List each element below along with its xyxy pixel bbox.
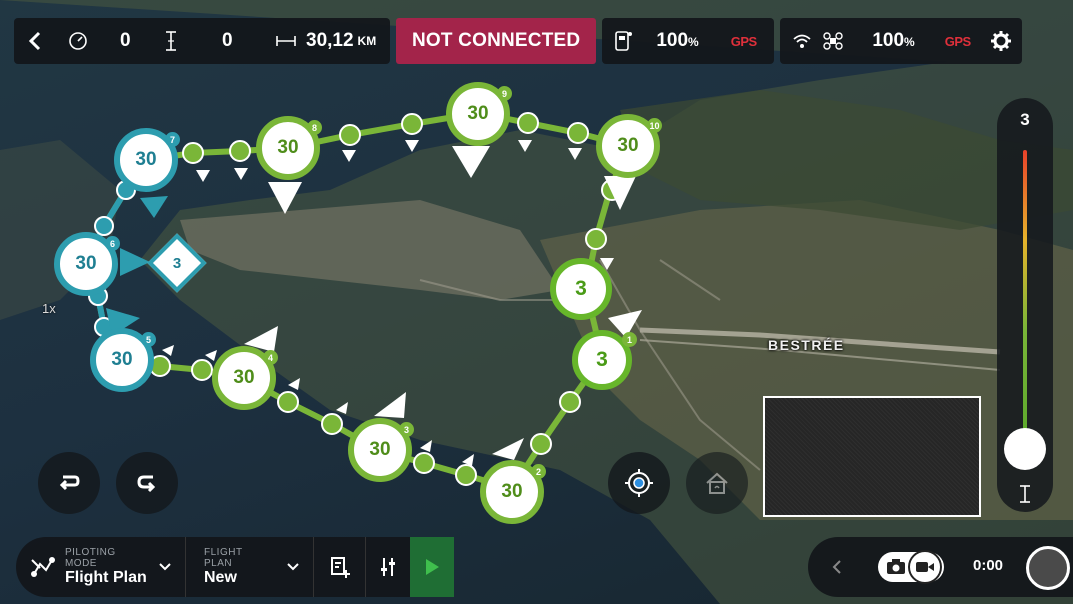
edit-plan-icon <box>330 557 350 578</box>
video-mode-knob <box>908 550 942 584</box>
altitude-slider-handle[interactable] <box>1004 428 1046 470</box>
telemetry-segment: 0 0 30,12 KM <box>14 18 390 64</box>
redo-icon <box>137 475 156 493</box>
controller-gps-status: GPS <box>730 33 757 49</box>
sliders-icon <box>381 558 395 576</box>
waypoint-index: 1 <box>622 332 637 347</box>
back-button[interactable] <box>14 18 56 64</box>
play-button[interactable] <box>410 537 454 597</box>
piloting-mode-selector[interactable]: PILOTING MODE Flight Plan <box>16 537 186 597</box>
waypoint-index: 2 <box>531 464 546 479</box>
place-label: BESTRÉE <box>768 337 845 353</box>
undo-icon <box>59 475 80 491</box>
altitude-icon <box>166 31 176 51</box>
video-icon <box>916 562 934 572</box>
waypoint-marker[interactable]: 30 4 <box>212 346 278 410</box>
locate-button[interactable] <box>608 452 670 514</box>
waypoint-marker[interactable]: 30 2 <box>480 460 546 524</box>
drone-battery: 100% GPS <box>780 18 990 64</box>
connection-status-badge: NOT CONNECTED <box>396 18 597 64</box>
photo-video-toggle[interactable] <box>878 550 944 584</box>
controller-battery-icon <box>615 31 633 51</box>
waypoint-marker[interactable]: 3 <box>550 258 612 320</box>
top-status-bar: 0 0 30,12 KM NOT CONNECTED 100% GPS 100%… <box>14 18 1023 64</box>
chevron-left-icon <box>28 31 41 51</box>
waypoint-marker[interactable]: 30 9 <box>446 82 512 146</box>
controller-battery: 100% GPS <box>602 18 774 64</box>
altitude-icon <box>997 484 1053 509</box>
home-icon <box>706 472 728 494</box>
altitude-value: 3 <box>1020 110 1030 129</box>
waypoint-index: 8 <box>307 120 322 135</box>
recording-bar: 0:00 <box>808 537 1073 597</box>
distance-icon <box>276 36 296 46</box>
drone-battery-icon <box>823 32 844 50</box>
settings-button[interactable] <box>990 18 1022 64</box>
chevron-down-icon <box>287 563 299 571</box>
camera-preview[interactable] <box>763 396 981 517</box>
waypoint-marker[interactable]: 30 7 <box>114 128 180 192</box>
waypoint-marker[interactable]: 30 5 <box>90 328 156 392</box>
altitude-indicator: 0 <box>152 18 264 64</box>
waypoint-marker[interactable]: 30 10 <box>596 114 662 178</box>
waypoint-index: 4 <box>263 350 278 365</box>
plan-settings-button[interactable] <box>366 537 410 597</box>
waypoint-index: 5 <box>141 332 156 347</box>
chevron-down-icon <box>159 563 171 571</box>
waypoint-marker[interactable]: 30 6 <box>54 232 120 296</box>
drone-gps-status: GPS <box>944 33 971 49</box>
altitude-track <box>1023 150 1027 450</box>
waypoint-index: 7 <box>165 132 180 147</box>
bottom-toolbar: PILOTING MODE Flight Plan FLIGHT PLAN Ne… <box>16 537 454 597</box>
waypoint-index: 3 <box>399 422 414 437</box>
waypoint-marker[interactable]: 30 3 <box>348 418 414 482</box>
record-button[interactable] <box>1026 546 1070 590</box>
chevron-left-icon[interactable] <box>832 560 842 574</box>
waypoint-marker[interactable]: 30 8 <box>256 116 322 180</box>
drone-segment: 100% GPS <box>780 18 1023 64</box>
controller-segment: 100% GPS <box>602 18 775 64</box>
waypoint-index: 6 <box>105 236 120 251</box>
waypoint-index: 9 <box>497 86 512 101</box>
camera-icon <box>887 559 905 574</box>
piloting-mode-icon <box>31 557 55 577</box>
speed-indicator: 0 <box>56 18 152 64</box>
flight-plan-selector[interactable]: FLIGHT PLAN New <box>186 537 314 597</box>
waypoint-index: 10 <box>647 118 662 133</box>
gear-icon <box>991 31 1012 51</box>
locate-target-icon <box>625 469 653 497</box>
distance-indicator: 30,12 KM <box>264 18 390 64</box>
waypoint-marker[interactable]: 3 1 <box>572 330 637 390</box>
zoom-label: 1x <box>42 301 56 316</box>
recording-timer: 0:00 <box>973 557 1004 574</box>
undo-button[interactable] <box>38 452 100 514</box>
edit-plan-button[interactable] <box>314 537 366 597</box>
altitude-slider[interactable]: 3 <box>997 98 1053 512</box>
speedometer-icon <box>69 32 87 50</box>
home-button[interactable] <box>686 452 748 514</box>
wifi-icon <box>793 34 811 48</box>
redo-button[interactable] <box>116 452 178 514</box>
play-icon <box>426 559 439 575</box>
